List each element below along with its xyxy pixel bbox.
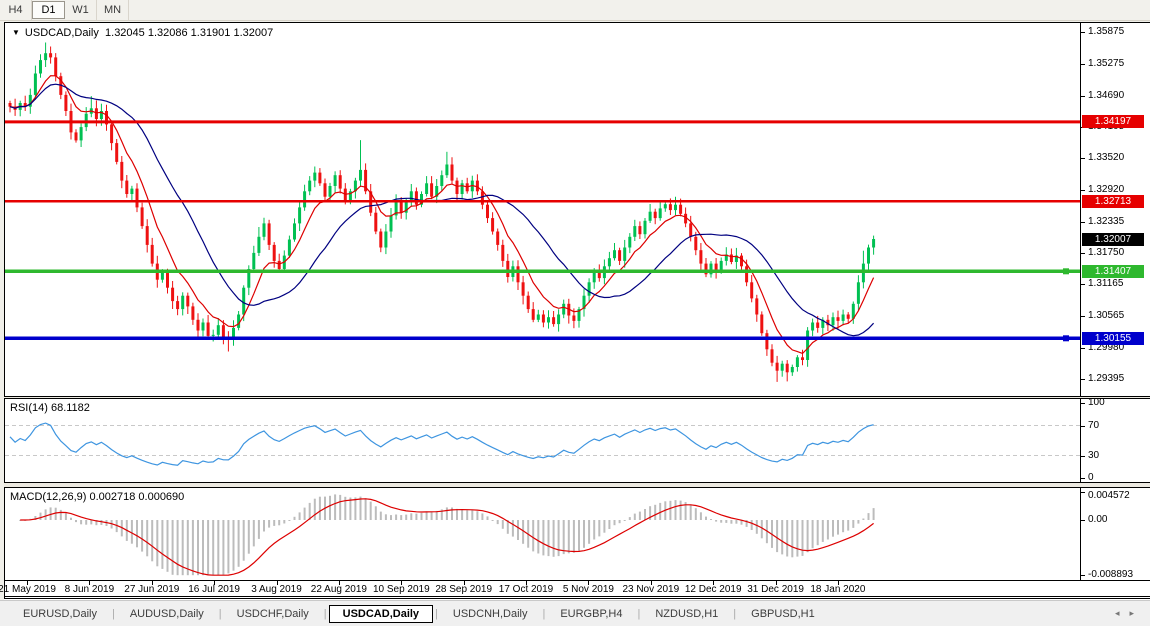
- rsi-tick-label: 0: [1088, 472, 1094, 483]
- tab-eurgbp-h4[interactable]: EURGBP,H4: [547, 605, 635, 623]
- macd-tick-label: 0.00: [1088, 514, 1107, 525]
- tab-separator: |: [733, 608, 736, 620]
- tab-usdcad-daily[interactable]: USDCAD,Daily: [329, 605, 433, 623]
- price-tick-label: 1.31165: [1088, 278, 1123, 289]
- timeframe-button-w1[interactable]: W1: [65, 0, 97, 20]
- price-axis-frame: [1080, 22, 1081, 580]
- chart-ohlc-values: 1.32045 1.32086 1.31901 1.32007: [105, 27, 273, 39]
- axis-tick: [1081, 32, 1085, 33]
- price-tick-label: 1.32920: [1088, 184, 1124, 195]
- axis-tick: [1081, 456, 1085, 457]
- date-tick-label: 23 Nov 2019: [622, 584, 679, 595]
- axis-tick: [1081, 253, 1085, 254]
- axis-tick: [1081, 64, 1085, 65]
- rsi-canvas[interactable]: [5, 399, 1080, 482]
- price-tick-label: 1.30565: [1088, 310, 1124, 321]
- chart-tab-bar: EURUSD,Daily|AUDUSD,Daily|USDCHF,Daily|U…: [0, 600, 1150, 626]
- axis-tick: [1081, 284, 1085, 285]
- price-tick-label: 1.35275: [1088, 58, 1124, 69]
- tab-separator: |: [324, 608, 327, 620]
- terminal-screen: H4D1W1MN ▼ USDCAD,Daily 1.32045 1.32086 1…: [0, 0, 1150, 626]
- date-tick-label: 16 Jul 2019: [188, 584, 240, 595]
- timeframe-toolbar: H4D1W1MN: [0, 0, 1150, 21]
- tab-separator: |: [435, 608, 438, 620]
- date-tick-label: 22 Aug 2019: [311, 584, 367, 595]
- chart-symbol: USDCAD,Daily: [25, 27, 99, 39]
- rsi-label: RSI(14) 68.1182: [10, 402, 90, 414]
- axis-tick: [1081, 492, 1085, 493]
- macd-label: MACD(12,26,9) 0.002718 0.000690: [10, 491, 184, 503]
- axis-tick: [1081, 96, 1085, 97]
- axis-tick: [1081, 403, 1085, 404]
- price-tick-label: 1.35875: [1088, 26, 1124, 37]
- date-tick-label: 8 Jun 2019: [65, 584, 115, 595]
- hline-price-badge: 1.31407: [1082, 265, 1144, 278]
- macd-tick-label: 0.004572: [1088, 490, 1130, 501]
- price-tick-label: 1.31750: [1088, 247, 1124, 258]
- tab-scroll-right-icon[interactable]: ▸: [1129, 608, 1144, 618]
- date-tick-label: 10 Sep 2019: [373, 584, 430, 595]
- price-tick-label: 1.32335: [1088, 216, 1124, 227]
- hline-price-badge: 1.30155: [1082, 332, 1144, 345]
- price-tick-label: 1.29395: [1088, 373, 1124, 384]
- chart-dropdown-icon[interactable]: ▼: [12, 28, 20, 37]
- date-tick-label: 17 Oct 2019: [499, 584, 553, 595]
- tab-separator: |: [542, 608, 545, 620]
- current-price-badge: 1.32007: [1082, 233, 1144, 246]
- axis-tick: [1081, 190, 1085, 191]
- price-tick-label: 1.34690: [1088, 90, 1124, 101]
- axis-tick: [1081, 379, 1085, 380]
- main-chart-canvas[interactable]: [5, 23, 1080, 396]
- tab-separator: |: [637, 608, 640, 620]
- tab-scroll-arrows: ◂▸: [1115, 608, 1144, 619]
- tab-separator: |: [219, 608, 222, 620]
- hline-price-badge: 1.34197: [1082, 115, 1144, 128]
- chart-window[interactable]: ▼ USDCAD,Daily 1.32045 1.32086 1.31901 1.…: [4, 22, 1150, 600]
- tab-usdchf-daily[interactable]: USDCHF,Daily: [224, 605, 322, 623]
- axis-tick: [1081, 222, 1085, 223]
- timeframe-button-h4[interactable]: H4: [0, 0, 32, 20]
- chart-tabs: EURUSD,Daily|AUDUSD,Daily|USDCHF,Daily|U…: [10, 605, 828, 623]
- timeframe-button-mn[interactable]: MN: [97, 0, 129, 20]
- rsi-tick-label: 70: [1088, 420, 1099, 431]
- window-frame-bottom-outer: [4, 596, 1150, 597]
- rsi-tick-label: 30: [1088, 450, 1099, 461]
- window-frame-bottom-inner: [4, 598, 1150, 599]
- axis-tick: [1081, 316, 1085, 317]
- axis-tick: [1081, 478, 1085, 479]
- tab-scroll-left-icon[interactable]: ◂: [1115, 608, 1130, 618]
- axis-tick: [1081, 520, 1085, 521]
- date-tick-label: 12 Dec 2019: [685, 584, 742, 595]
- date-tick-label: 31 Dec 2019: [747, 584, 804, 595]
- date-tick-label: 18 Jan 2020: [810, 584, 865, 595]
- macd-tick-label: -0.008893: [1088, 569, 1133, 580]
- tab-nzdusd-h1[interactable]: NZDUSD,H1: [642, 605, 731, 623]
- axis-tick: [1081, 426, 1085, 427]
- tab-audusd-daily[interactable]: AUDUSD,Daily: [117, 605, 217, 623]
- macd-panel-bottom-frame: [4, 580, 1150, 581]
- hline-price-badge: 1.32713: [1082, 195, 1144, 208]
- axis-tick: [1081, 348, 1085, 349]
- tab-gbpusd-h1[interactable]: GBPUSD,H1: [738, 605, 828, 623]
- timeframe-button-d1[interactable]: D1: [32, 1, 65, 19]
- axis-tick: [1081, 158, 1085, 159]
- axis-tick: [1081, 575, 1085, 576]
- date-tick-label: 21 May 2019: [0, 584, 56, 595]
- date-tick-label: 27 Jun 2019: [124, 584, 179, 595]
- rsi-tick-label: 100: [1088, 397, 1105, 408]
- date-tick-label: 28 Sep 2019: [435, 584, 492, 595]
- chart-title: ▼ USDCAD,Daily 1.32045 1.32086 1.31901 1.…: [12, 27, 273, 39]
- tab-usdcnh-daily[interactable]: USDCNH,Daily: [440, 605, 541, 623]
- price-tick-label: 1.33520: [1088, 152, 1124, 163]
- date-tick-label: 5 Nov 2019: [563, 584, 614, 595]
- tab-separator: |: [112, 608, 115, 620]
- date-tick-label: 3 Aug 2019: [251, 584, 302, 595]
- tab-eurusd-daily[interactable]: EURUSD,Daily: [10, 605, 110, 623]
